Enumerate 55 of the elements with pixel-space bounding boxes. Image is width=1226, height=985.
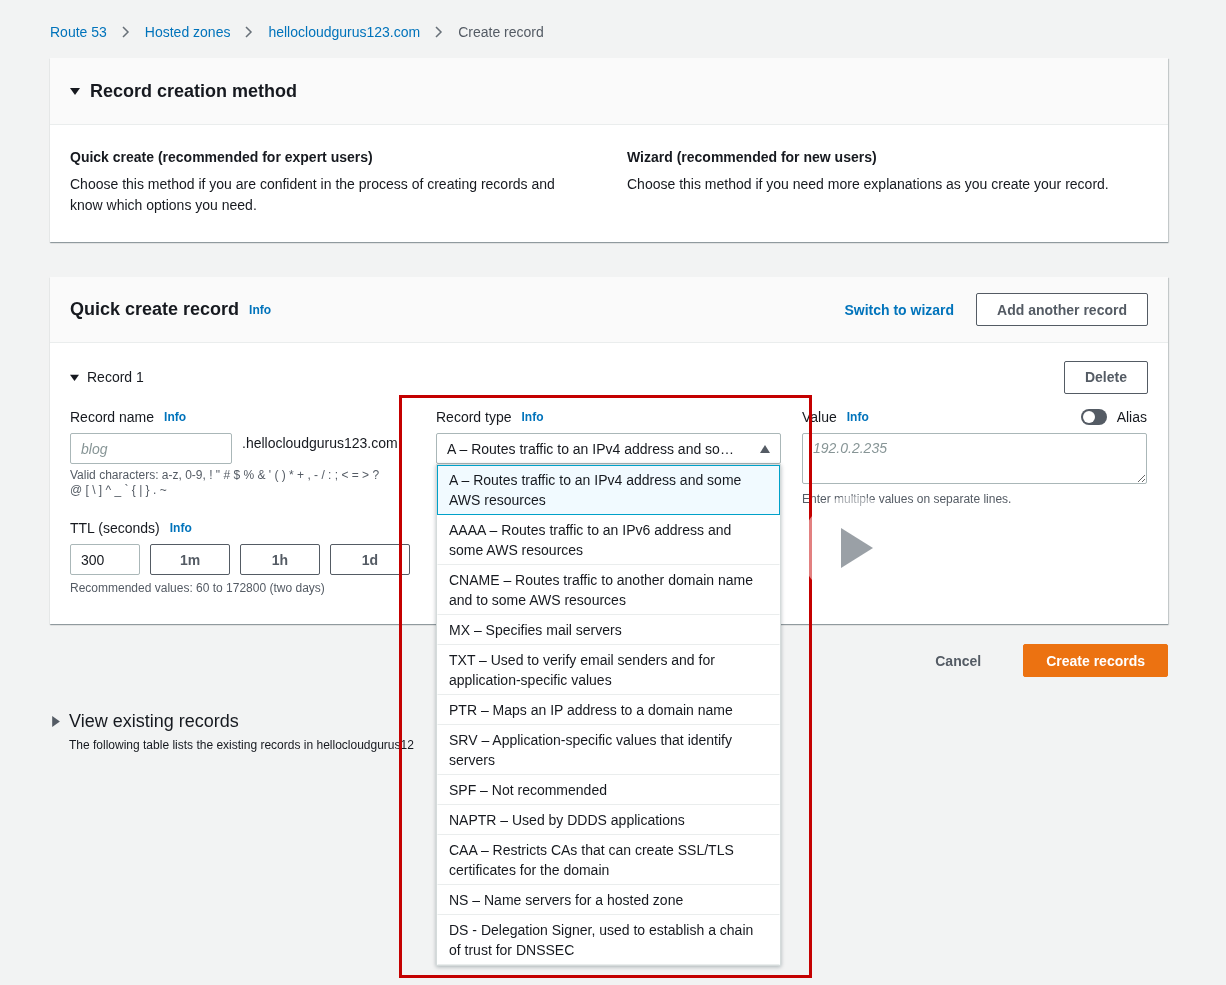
dropdown-option[interactable]: TXT – Used to verify email senders and for application-specific values (437, 645, 780, 695)
info-link[interactable]: Info (164, 410, 187, 424)
caret-icon[interactable] (70, 372, 79, 382)
chevron-icon (244, 26, 255, 38)
ttl-field[interactable]: 300 (70, 544, 140, 575)
info-link[interactable]: Info (846, 410, 869, 424)
breadcrumb-link[interactable]: hellocloudgurus123.com (268, 24, 421, 40)
record-type-select[interactable]: A – Routes traffic to an IPv4 address and so… (436, 433, 781, 464)
info-link[interactable]: Info (521, 410, 544, 424)
breadcrumb-link[interactable]: Hosted zones (144, 24, 231, 40)
method-title: Quick create (recommended for expert users) (70, 149, 374, 165)
ttl-preset-button[interactable]: 1h (240, 544, 320, 575)
caret-up-icon (760, 444, 770, 453)
dropdown-option[interactable]: NAPTR – Used by DDDS applications (437, 805, 780, 835)
domain-suffix: .hellocloudgurus123.com (242, 434, 399, 453)
dropdown-option[interactable]: NS – Name servers for a hosted zone (437, 885, 780, 915)
field-label: TTL (seconds) (70, 520, 160, 536)
section-title[interactable]: View existing records (69, 711, 239, 732)
ttl-preset-button[interactable]: 1m (150, 544, 230, 575)
method-description: Choose this method if you need more explanations as you create your record. (627, 175, 1110, 194)
dropdown-option[interactable]: SRV – Application-specific values that identify servers (437, 725, 780, 775)
chevron-icon (434, 26, 445, 38)
info-link[interactable]: Info (169, 521, 192, 535)
dropdown-option[interactable]: PTR – Maps an IP address to a domain name (437, 695, 780, 725)
dropdown-option[interactable]: MX – Specifies mail servers (437, 615, 780, 645)
field-hint: Valid characters: a-z, 0-9, ! " # $ % & ' ( ) * + , - / : ; < = > ? @ [ \ ] ^ _ ` { | } . ~ (70, 468, 381, 498)
delete-button[interactable]: Delete (1063, 360, 1148, 394)
switch-wizard-link[interactable]: Switch to wizard (844, 301, 955, 318)
record-name-field[interactable]: blog (70, 433, 232, 464)
field-label: Record type (436, 409, 512, 425)
dropdown-option[interactable]: CAA – Restricts CAs that can create SSL/TLS certificates for the domain (437, 835, 780, 885)
panel-title: Quick create record (70, 299, 240, 320)
panel-title: Record creation method (90, 80, 298, 102)
record-title[interactable]: Record 1 (87, 369, 144, 385)
chevron-icon (120, 26, 131, 38)
method-description: Choose this method if you are confident in the process of creating records and know which options you need. (70, 175, 556, 215)
caret-icon[interactable] (70, 86, 80, 96)
alias-toggle[interactable] (1080, 409, 1107, 425)
toggle-label: Alias (1116, 409, 1147, 425)
add-record-button[interactable]: Add another record (976, 293, 1148, 326)
dropdown-option[interactable]: DS - Delegation Signer, used to establish a chain of trust for DNSSEC (437, 915, 780, 965)
dropdown-option[interactable]: A – Routes traffic to an IPv4 address and some AWS resources (437, 465, 780, 515)
cancel-button[interactable]: Cancel (915, 644, 1002, 677)
breadcrumb-link[interactable]: Route 53 (50, 24, 107, 40)
dropdown-option[interactable]: CNAME – Routes traffic to another domain name and to some AWS resources (437, 565, 780, 615)
current-page-label: Create record (458, 24, 544, 40)
dropdown-option[interactable]: SPF – Not recommended (437, 775, 780, 805)
field-label: Record name (70, 409, 155, 425)
value-field[interactable]: 192.0.2.235 (802, 433, 1147, 484)
field-hint: Recommended values: 60 to 172800 (two days) (70, 581, 326, 596)
info-link[interactable]: Info (249, 302, 272, 317)
caret-icon[interactable] (50, 716, 61, 727)
ttl-preset-button[interactable]: 1d (330, 544, 410, 575)
dropdown-option[interactable]: AAAA – Routes traffic to an IPv6 address and some AWS resources (437, 515, 780, 565)
method-title: Wizard (recommended for new users) (627, 149, 878, 165)
